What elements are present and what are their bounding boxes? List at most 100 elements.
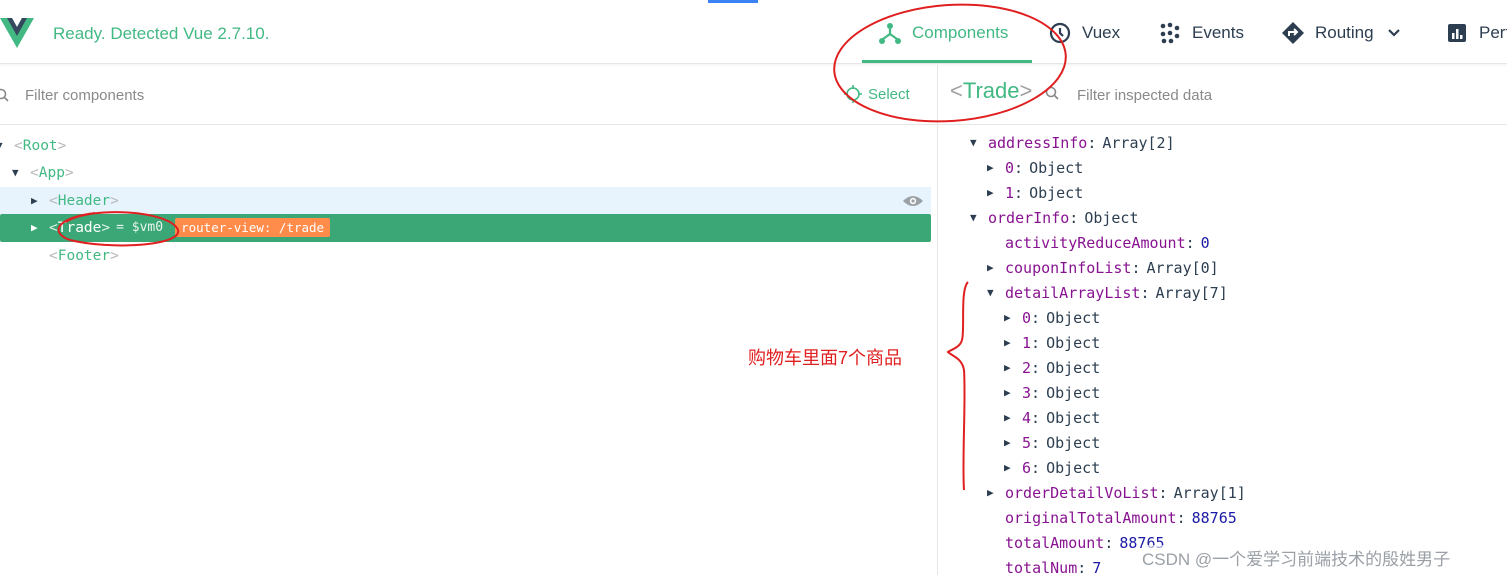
prop-value: Object	[1084, 208, 1139, 227]
prop-value: Array[0]	[1146, 258, 1219, 277]
chevron-down-icon	[1387, 29, 1400, 37]
inspector-prop-row[interactable]: ▶ 6: Object	[1004, 455, 1100, 480]
select-component-button[interactable]: Select	[844, 85, 910, 103]
prop-separator: :	[1176, 508, 1186, 527]
collapsed-arrow-icon[interactable]: ▶	[31, 221, 43, 234]
inspector-prop-row: originalTotalAmount:88765	[987, 505, 1237, 530]
tree-node-label: App	[38, 164, 65, 181]
collapsed-arrow-icon[interactable]: ▶	[1004, 411, 1016, 424]
prop-key: 4	[1022, 408, 1032, 427]
prop-separator: :	[1031, 358, 1041, 377]
prop-value: Object	[1046, 333, 1101, 352]
prop-key: 0	[1005, 158, 1015, 177]
inspector-prop-row[interactable]: ▶ 1: Object	[1004, 330, 1100, 355]
inspector-prop-row[interactable]: ▶ 4: Object	[1004, 405, 1100, 430]
inspector-prop-row[interactable]: ▶ couponInfoList: Array[0]	[987, 255, 1219, 280]
collapsed-arrow-icon[interactable]: ▶	[1004, 386, 1016, 399]
collapsed-arrow-icon[interactable]: ▶	[31, 194, 43, 207]
inspector-prop-row[interactable]: ▼ orderInfo: Object	[970, 205, 1139, 230]
prop-separator: :	[1031, 333, 1041, 352]
prop-key: 2	[1022, 358, 1032, 377]
prop-value: 7	[1092, 558, 1102, 575]
prop-separator: :	[1140, 283, 1150, 302]
history-icon	[1049, 22, 1071, 44]
inspector-prop-row[interactable]: ▼ addressInfo: Array[2]	[970, 130, 1175, 155]
components-filter-input[interactable]	[25, 84, 425, 106]
tab-components[interactable]: Components	[878, 20, 1008, 46]
prop-key: originalTotalAmount	[1005, 508, 1177, 527]
prop-separator: :	[1031, 408, 1041, 427]
prop-separator: :	[1031, 308, 1041, 327]
prop-key: totalAmount	[1005, 533, 1105, 552]
inspector-prop-row[interactable]: ▶ 3: Object	[1004, 380, 1100, 405]
prop-key: orderDetailVoList	[1005, 483, 1159, 502]
prop-key: 5	[1022, 433, 1032, 452]
prop-key: 1	[1005, 183, 1015, 202]
csdn-watermark: CSDN @一个爱学习前端技术的殷姓男子	[1142, 545, 1451, 570]
prop-value: Array[7]	[1155, 283, 1228, 302]
inspected-data-filter-input[interactable]	[1077, 84, 1457, 106]
prop-value: 0	[1200, 233, 1210, 252]
expanded-arrow-icon[interactable]: ▼	[970, 136, 982, 149]
collapsed-arrow-icon[interactable]: ▶	[1004, 311, 1016, 324]
prop-value: Object	[1046, 383, 1101, 402]
active-tab-indicator	[862, 60, 1032, 63]
vm-ref-label: = $vm0	[116, 220, 164, 235]
collapsed-arrow-icon[interactable]: ▶	[987, 486, 999, 499]
inspector-prop-row[interactable]: ▶ orderDetailVoList: Array[1]	[987, 480, 1246, 505]
expanded-arrow-icon[interactable]: ▼	[970, 211, 982, 224]
prop-value: 88765	[1191, 508, 1237, 527]
prop-key: 6	[1022, 458, 1032, 477]
inspector-prop-row: activityReduceAmount:0	[987, 230, 1210, 255]
expanded-arrow-icon[interactable]: ▼	[0, 139, 8, 152]
prop-key: 3	[1022, 383, 1032, 402]
tab-components-label: Components	[912, 23, 1009, 42]
prop-value: Object	[1046, 308, 1101, 327]
tree-node-root[interactable]: ▼ <Root>	[0, 132, 66, 159]
select-label: Select	[868, 85, 910, 103]
prop-separator: :	[1077, 558, 1087, 575]
collapsed-arrow-icon[interactable]: ▶	[987, 161, 999, 174]
prop-key: addressInfo	[988, 133, 1088, 152]
tab-events[interactable]: Events	[1158, 20, 1244, 46]
prop-key: couponInfoList	[1005, 258, 1132, 277]
tree-node-label: Trade	[57, 219, 102, 236]
prop-key: 1	[1022, 333, 1032, 352]
prop-key: orderInfo	[988, 208, 1070, 227]
tree-node-header[interactable]: ▶ < Header >	[31, 187, 119, 214]
tab-performance[interactable]: Perf	[1445, 20, 1507, 46]
inspector-prop-row[interactable]: ▼ detailArrayList: Array[7]	[987, 280, 1228, 305]
prop-value: Object	[1046, 408, 1101, 427]
tab-routing[interactable]: Routing	[1281, 20, 1402, 46]
inspector-prop-row[interactable]: ▶ 5: Object	[1004, 430, 1100, 455]
prop-key: activityReduceAmount	[1005, 233, 1186, 252]
inspector-prop-row[interactable]: ▶ 1: Object	[987, 180, 1083, 205]
annotation-text: 购物车里面7个商品	[748, 348, 903, 368]
inspector-prop-row[interactable]: ▶ 0: Object	[987, 155, 1083, 180]
inspector-prop-row[interactable]: ▶ 2: Object	[1004, 355, 1100, 380]
collapsed-arrow-icon[interactable]: ▶	[1004, 436, 1016, 449]
collapsed-arrow-icon[interactable]: ▶	[987, 261, 999, 274]
expanded-arrow-icon[interactable]: ▼	[12, 166, 24, 179]
collapsed-arrow-icon[interactable]: ▶	[1004, 461, 1016, 474]
tree-node-app[interactable]: ▼ < App >	[12, 159, 74, 186]
annotation-brace	[946, 281, 969, 491]
components-filter-bar: Select	[0, 65, 937, 125]
tree-node-trade[interactable]: ▶ < Trade > = $vm0 router-view: /trade	[31, 214, 331, 241]
inspector-filter-bar: <Trade>	[938, 65, 1507, 125]
vue-logo-icon	[0, 18, 34, 48]
performance-icon	[1448, 24, 1466, 42]
eye-icon[interactable]	[902, 193, 924, 209]
tree-node-footer[interactable]: < Footer >	[49, 242, 119, 269]
tab-vuex[interactable]: Vuex	[1048, 20, 1120, 46]
prop-separator: :	[1069, 208, 1079, 227]
collapsed-arrow-icon[interactable]: ▶	[1004, 336, 1016, 349]
prop-separator: :	[1031, 458, 1041, 477]
prop-separator: :	[1104, 533, 1114, 552]
expanded-arrow-icon[interactable]: ▼	[987, 286, 999, 299]
collapsed-arrow-icon[interactable]: ▶	[1004, 361, 1016, 374]
collapsed-arrow-icon[interactable]: ▶	[987, 186, 999, 199]
pane-divider[interactable]	[937, 65, 938, 575]
inspector-prop-row[interactable]: ▶ 0: Object	[1004, 305, 1100, 330]
prop-value: Object	[1029, 183, 1084, 202]
